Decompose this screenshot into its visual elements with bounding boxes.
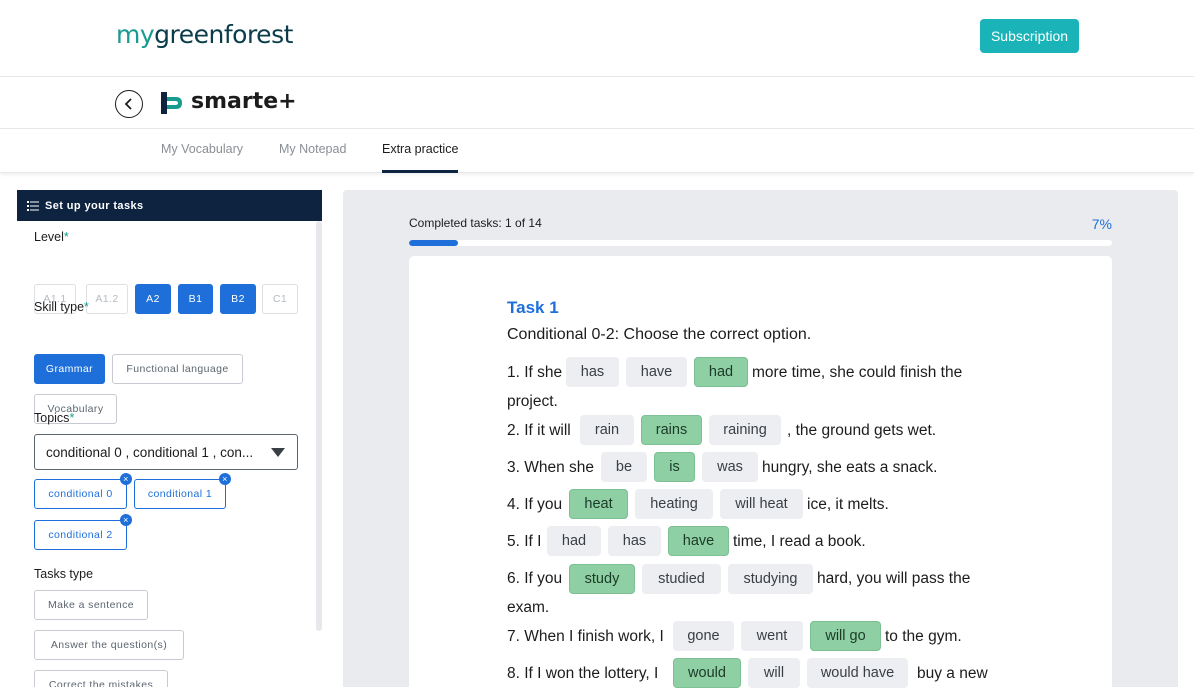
option-button[interactable]: gone <box>673 621 734 651</box>
top-header: mygreenforest Subscription <box>0 0 1194 77</box>
remove-tag-icon[interactable]: × <box>120 473 132 485</box>
level-c1-chip[interactable]: C1 <box>262 284 298 314</box>
option-button-selected[interactable]: had <box>694 357 748 387</box>
level-label: Level* <box>34 230 69 244</box>
level-b2-chip[interactable]: B2 <box>220 284 256 314</box>
task-setup-sidebar: Set up your tasks Level* A1.1 A1.2 A2 B1… <box>17 190 322 687</box>
skill-type-label: Skill type* <box>34 300 89 314</box>
progress-bar-fill <box>409 240 459 246</box>
tab-bar: My Vocabulary My Notepad Extra practice <box>0 129 1194 173</box>
tab-extra-practice[interactable]: Extra practice <box>382 142 459 173</box>
question-3-suffix: hungry, she eats a snack. <box>762 459 938 476</box>
remove-tag-icon[interactable]: × <box>219 473 231 485</box>
question-4-suffix: ice, it melts. <box>807 496 889 513</box>
practice-area: Completed tasks: 1 of 14 7% Task 1 Condi… <box>343 190 1178 688</box>
option-button[interactable]: rain <box>580 415 634 445</box>
brand-name: smarte+ <box>191 89 297 114</box>
task-type-answer-questions-chip[interactable]: Answer the question(s) <box>34 630 184 660</box>
task-title: Task 1 <box>507 298 559 317</box>
task-type-make-sentence-chip[interactable]: Make a sentence <box>34 590 148 620</box>
topics-select[interactable]: conditional 0 , conditional 1 , con... <box>34 434 298 470</box>
option-button[interactable]: was <box>702 452 758 482</box>
option-button-selected[interactable]: heat <box>569 489 628 519</box>
chevron-left-icon <box>124 98 132 110</box>
subscription-button[interactable]: Subscription <box>980 19 1079 53</box>
question-6-continuation: exam. <box>507 599 550 616</box>
option-button[interactable]: went <box>741 621 803 651</box>
question-1-prefix: 1. If she <box>507 364 563 381</box>
tasks-type-label: Tasks type <box>34 567 94 581</box>
option-button-selected[interactable]: is <box>654 452 695 482</box>
question-1-suffix: more time, she could finish the <box>752 364 963 381</box>
progress-bar <box>409 240 1112 246</box>
option-button[interactable]: heating <box>635 489 713 519</box>
task-card: Task 1 Conditional 0-2: Choose the corre… <box>409 256 1112 688</box>
question-2-prefix: 2. If it will <box>507 422 571 439</box>
option-button[interactable]: had <box>547 526 601 556</box>
remove-tag-icon[interactable]: × <box>120 514 132 526</box>
option-button[interactable]: studied <box>642 564 721 594</box>
skill-grammar-chip[interactable]: Grammar <box>34 354 105 384</box>
topics-label: Topics* <box>34 411 75 425</box>
option-button-selected[interactable]: rains <box>641 415 702 445</box>
option-button[interactable]: will heat <box>720 489 803 519</box>
option-button[interactable]: raining <box>709 415 781 445</box>
level-a1-2-chip[interactable]: A1.2 <box>86 284 128 314</box>
question-8-suffix: buy a new <box>917 665 988 682</box>
question-7-prefix: 7. When I finish work, I <box>507 628 664 645</box>
option-button-selected[interactable]: will go <box>810 621 881 651</box>
question-5-suffix: time, I read a book. <box>733 533 866 550</box>
sidebar-header: Set up your tasks <box>17 190 322 221</box>
skill-functional-language-chip[interactable]: Functional language <box>112 354 243 384</box>
progress-label: Completed tasks: 1 of 14 <box>409 216 542 230</box>
level-b1-chip[interactable]: B1 <box>178 284 213 314</box>
question-1-continuation: project. <box>507 393 558 410</box>
sidebar-scrollbar[interactable] <box>316 221 322 631</box>
question-7-suffix: to the gym. <box>885 628 962 645</box>
task-type-correct-mistakes-chip[interactable]: Correct the mistakes <box>34 670 168 687</box>
question-4-prefix: 4. If you <box>507 496 563 513</box>
question-2-suffix: , the ground gets wet. <box>787 422 937 439</box>
option-button-selected[interactable]: study <box>569 564 635 594</box>
level-a2-chip[interactable]: A2 <box>135 284 171 314</box>
caret-down-icon <box>271 448 285 457</box>
question-5-prefix: 5. If I <box>507 533 542 550</box>
progress-percent: 7% <box>1091 216 1112 232</box>
option-button[interactable]: would have <box>807 658 908 688</box>
topic-tag-conditional-0[interactable]: conditional 0 × <box>34 473 132 509</box>
question-6-suffix: hard, you will pass the <box>817 570 971 587</box>
smarte-logo-icon <box>161 92 182 114</box>
sidebar-title: Set up your tasks <box>45 199 144 212</box>
list-icon <box>27 200 39 211</box>
tab-my-notepad[interactable]: My Notepad <box>279 142 346 173</box>
option-button[interactable]: has <box>608 526 661 556</box>
option-button[interactable]: have <box>626 357 687 387</box>
task-instruction: Conditional 0-2: Choose the correct opti… <box>507 326 812 343</box>
option-button-selected[interactable]: would <box>673 658 741 688</box>
option-button-selected[interactable]: have <box>668 526 729 556</box>
option-button[interactable]: has <box>566 357 619 387</box>
mygreenforest-logo[interactable]: mygreenforest <box>116 20 293 49</box>
question-8-prefix: 8. If I won the lottery, I <box>507 665 659 682</box>
topics-select-value: conditional 0 , conditional 1 , con... <box>46 444 254 460</box>
brand-bar: smarte+ <box>0 77 1194 129</box>
topic-tag-conditional-1[interactable]: conditional 1 × <box>134 473 231 509</box>
option-button[interactable]: will <box>748 658 800 688</box>
question-6-prefix: 6. If you <box>507 570 563 587</box>
tab-my-vocabulary[interactable]: My Vocabulary <box>161 142 243 173</box>
back-button[interactable] <box>115 90 143 118</box>
topic-tag-conditional-2[interactable]: conditional 2 × <box>34 514 132 550</box>
option-button[interactable]: be <box>601 452 647 482</box>
option-button[interactable]: studying <box>728 564 813 594</box>
question-3-prefix: 3. When she <box>507 459 595 476</box>
